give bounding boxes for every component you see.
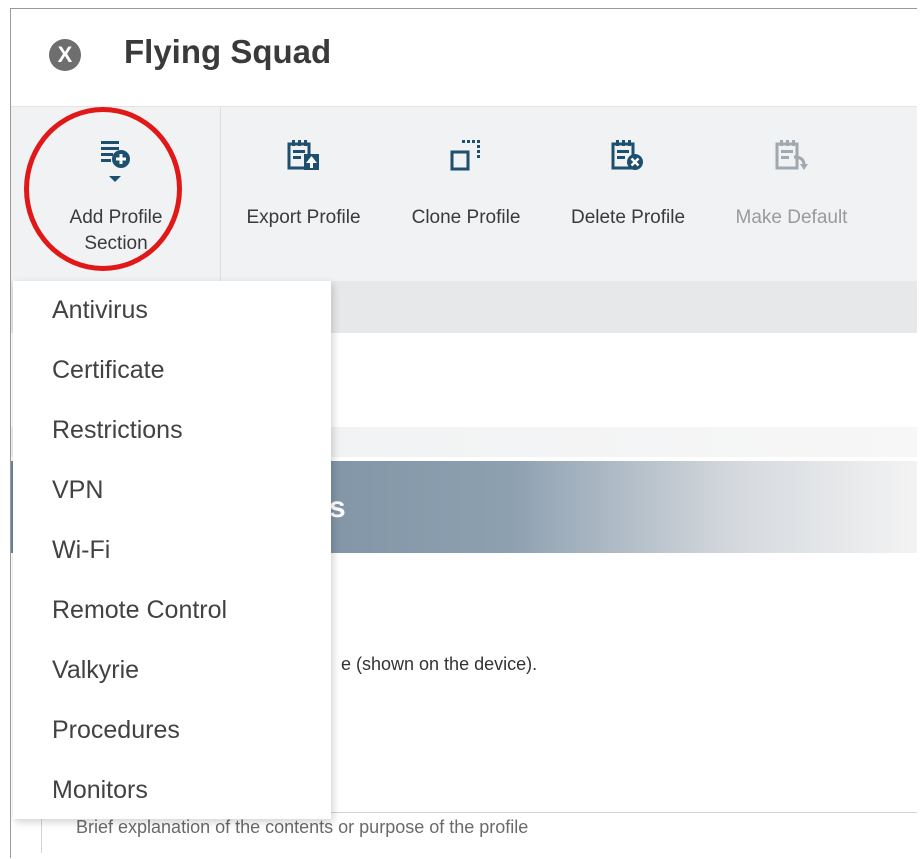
- toolbar-separator: [220, 107, 221, 281]
- menu-item-monitors[interactable]: Monitors: [52, 776, 148, 805]
- window-header: X Flying Squad: [11, 9, 917, 107]
- add-profile-section-label-line2: Section: [84, 233, 148, 254]
- section-title: s: [329, 491, 346, 524]
- delete-profile-label: Delete Profile: [570, 207, 686, 228]
- add-section-icon: [99, 139, 133, 188]
- menu-item-wifi[interactable]: Wi-Fi: [52, 536, 110, 565]
- description-placeholder: Brief explanation of the contents or pur…: [76, 817, 529, 837]
- menu-item-procedures[interactable]: Procedures: [52, 716, 180, 745]
- close-glyph: X: [57, 42, 73, 67]
- clone-profile-button[interactable]: Clone Profile: [396, 107, 536, 281]
- add-profile-section-label: Add Profile Section: [41, 205, 191, 257]
- make-default-label: Make Default: [735, 207, 848, 228]
- clone-profile-label: Clone Profile: [411, 207, 521, 228]
- page-title: Flying Squad: [124, 33, 332, 70]
- add-section-dropdown-menu: Antivirus Certificate Restrictions VPN W…: [13, 281, 331, 819]
- close-icon[interactable]: X: [49, 39, 81, 71]
- menu-item-certificate[interactable]: Certificate: [52, 356, 165, 385]
- profile-window: X Flying Squad Add Profile Section Expor…: [10, 8, 917, 858]
- menu-item-antivirus[interactable]: Antivirus: [52, 296, 148, 325]
- menu-item-remote-control[interactable]: Remote Control: [52, 596, 227, 625]
- delete-profile-button[interactable]: Delete Profile: [554, 107, 702, 281]
- delete-icon: [610, 137, 646, 178]
- name-field-hint: e (shown on the device).: [341, 654, 538, 674]
- export-profile-label: Export Profile: [246, 207, 361, 228]
- clone-icon: [448, 137, 484, 178]
- menu-item-restrictions[interactable]: Restrictions: [52, 416, 183, 445]
- menu-item-valkyrie[interactable]: Valkyrie: [52, 656, 139, 685]
- export-profile-button[interactable]: Export Profile: [231, 107, 376, 281]
- menu-item-vpn[interactable]: VPN: [52, 476, 103, 505]
- export-icon: [286, 137, 322, 178]
- make-default-button[interactable]: Make Default: [719, 107, 864, 281]
- add-profile-section-button[interactable]: Add Profile Section: [41, 107, 191, 281]
- add-profile-section-label-line1: Add Profile: [69, 207, 163, 228]
- toolbar: Add Profile Section Export Profile Clone…: [11, 107, 917, 281]
- make-default-icon: [774, 137, 810, 178]
